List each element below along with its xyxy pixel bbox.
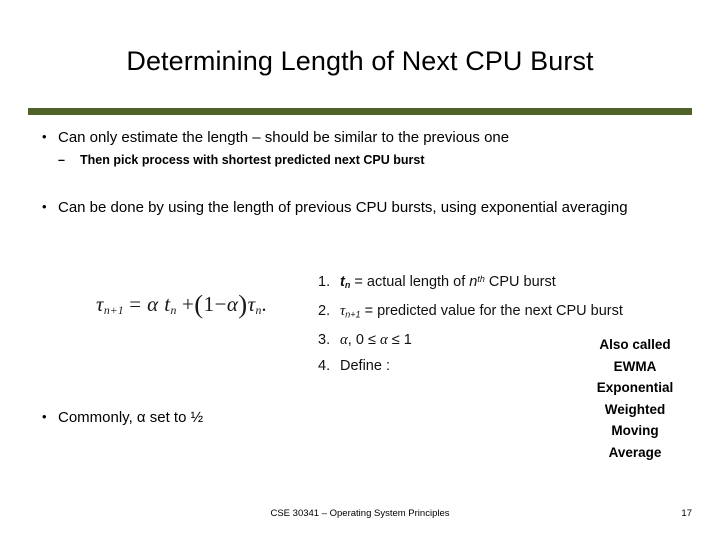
bullet-can-only-estimate: • Can only estimate the length – should … (32, 128, 682, 147)
def1-subscript-n: n (344, 280, 351, 291)
def1-equals: = (354, 273, 363, 290)
ewma-line-acronym: EWMA (613, 358, 657, 374)
formula-open-paren: ( (194, 289, 204, 319)
definition-item-2: 2. τn+1 = predicted value for the next C… (318, 298, 688, 327)
formula-tau-rhs: τ (247, 291, 256, 316)
bullet-text: Commonly, α set to ½ (58, 409, 204, 426)
bullet-marker-icon: • (42, 199, 47, 214)
formula-close-paren: ) (238, 289, 248, 319)
bullet-exponential-averaging: • Can be done by using the length of pre… (32, 198, 687, 217)
def3-zero: 0 (355, 332, 364, 349)
sub-bullet-then-pick-process: – Then pick process with shortest predic… (58, 152, 678, 168)
def1-after: CPU burst (484, 273, 556, 290)
definition-item-1: 1. tn = actual length of nth CPU burst (318, 266, 688, 298)
slide-canvas: Determining Length of Next CPU Burst • C… (0, 0, 720, 540)
def4-colon: : (385, 358, 390, 375)
bullet-marker-icon: • (42, 129, 47, 144)
footer-page-number: 17 (681, 508, 692, 519)
ewma-line-also-called: Also called (599, 337, 671, 352)
formula-minus: − (214, 291, 227, 316)
def2-equals: = (364, 303, 374, 320)
def2-subscript-n-plus-1: n+1 (345, 309, 361, 320)
ewma-line-weighted: Weighted (604, 401, 666, 417)
definition-number: 2. (318, 303, 331, 320)
definition-number: 3. (318, 332, 331, 349)
definition-number: 4. (318, 358, 331, 375)
def3-one: 1 (403, 332, 412, 349)
formula-equals: = (129, 291, 142, 316)
formula-t-subscript: n (170, 304, 177, 318)
def4-label: Define (340, 358, 382, 375)
bullet-commonly-alpha-half: • Commonly, α set to ½ (32, 408, 432, 427)
footer-course-label: CSE 30341 – Operating System Principles (270, 508, 450, 519)
def3-alpha: α (340, 332, 348, 349)
dash-marker-icon: – (58, 153, 65, 167)
bullet-marker-icon: • (42, 409, 47, 424)
def3-alpha-2: α (379, 332, 388, 349)
def3-le-2: ≤ (391, 332, 400, 349)
page-title: Determining Length of Next CPU Burst (126, 46, 594, 76)
formula-alpha-2: α (226, 291, 239, 316)
sub-bullet-text: Then pick process with shortest predicte… (80, 153, 425, 167)
def1-superscript-th: th (477, 274, 485, 284)
definition-text: tn = actual length of nth CPU burst (340, 266, 688, 298)
ewma-line-average: Average (608, 444, 662, 460)
formula-tau-lhs-subscript: n+1 (103, 304, 124, 318)
formula-plus: + (182, 291, 195, 316)
exponential-averaging-formula: τn+1 = α tn +(1−α)τn. (96, 289, 267, 320)
formula-alpha: α (147, 291, 159, 316)
formula-period: . (261, 291, 268, 316)
def3-comma: , (347, 332, 352, 349)
formula-one: 1 (203, 291, 215, 316)
def2-text: predicted value for the next CPU burst (377, 303, 623, 320)
title-divider-rule (28, 108, 692, 115)
bullet-text: Can only estimate the length – should be… (58, 129, 510, 146)
def1-before: actual length of (366, 273, 470, 290)
def3-le-1: ≤ (367, 332, 376, 349)
ewma-caption-block: Also called EWMA Exponential Weighted Mo… (575, 334, 695, 463)
definition-text: τn+1 = predicted value for the next CPU … (340, 298, 688, 327)
ewma-line-moving: Moving (611, 423, 659, 438)
definition-number: 1. (318, 273, 331, 290)
bullet-text: Can be done by using the length of previ… (58, 199, 628, 216)
ewma-line-exponential: Exponential (596, 380, 674, 395)
formula-tau-lhs: τ (96, 291, 104, 316)
